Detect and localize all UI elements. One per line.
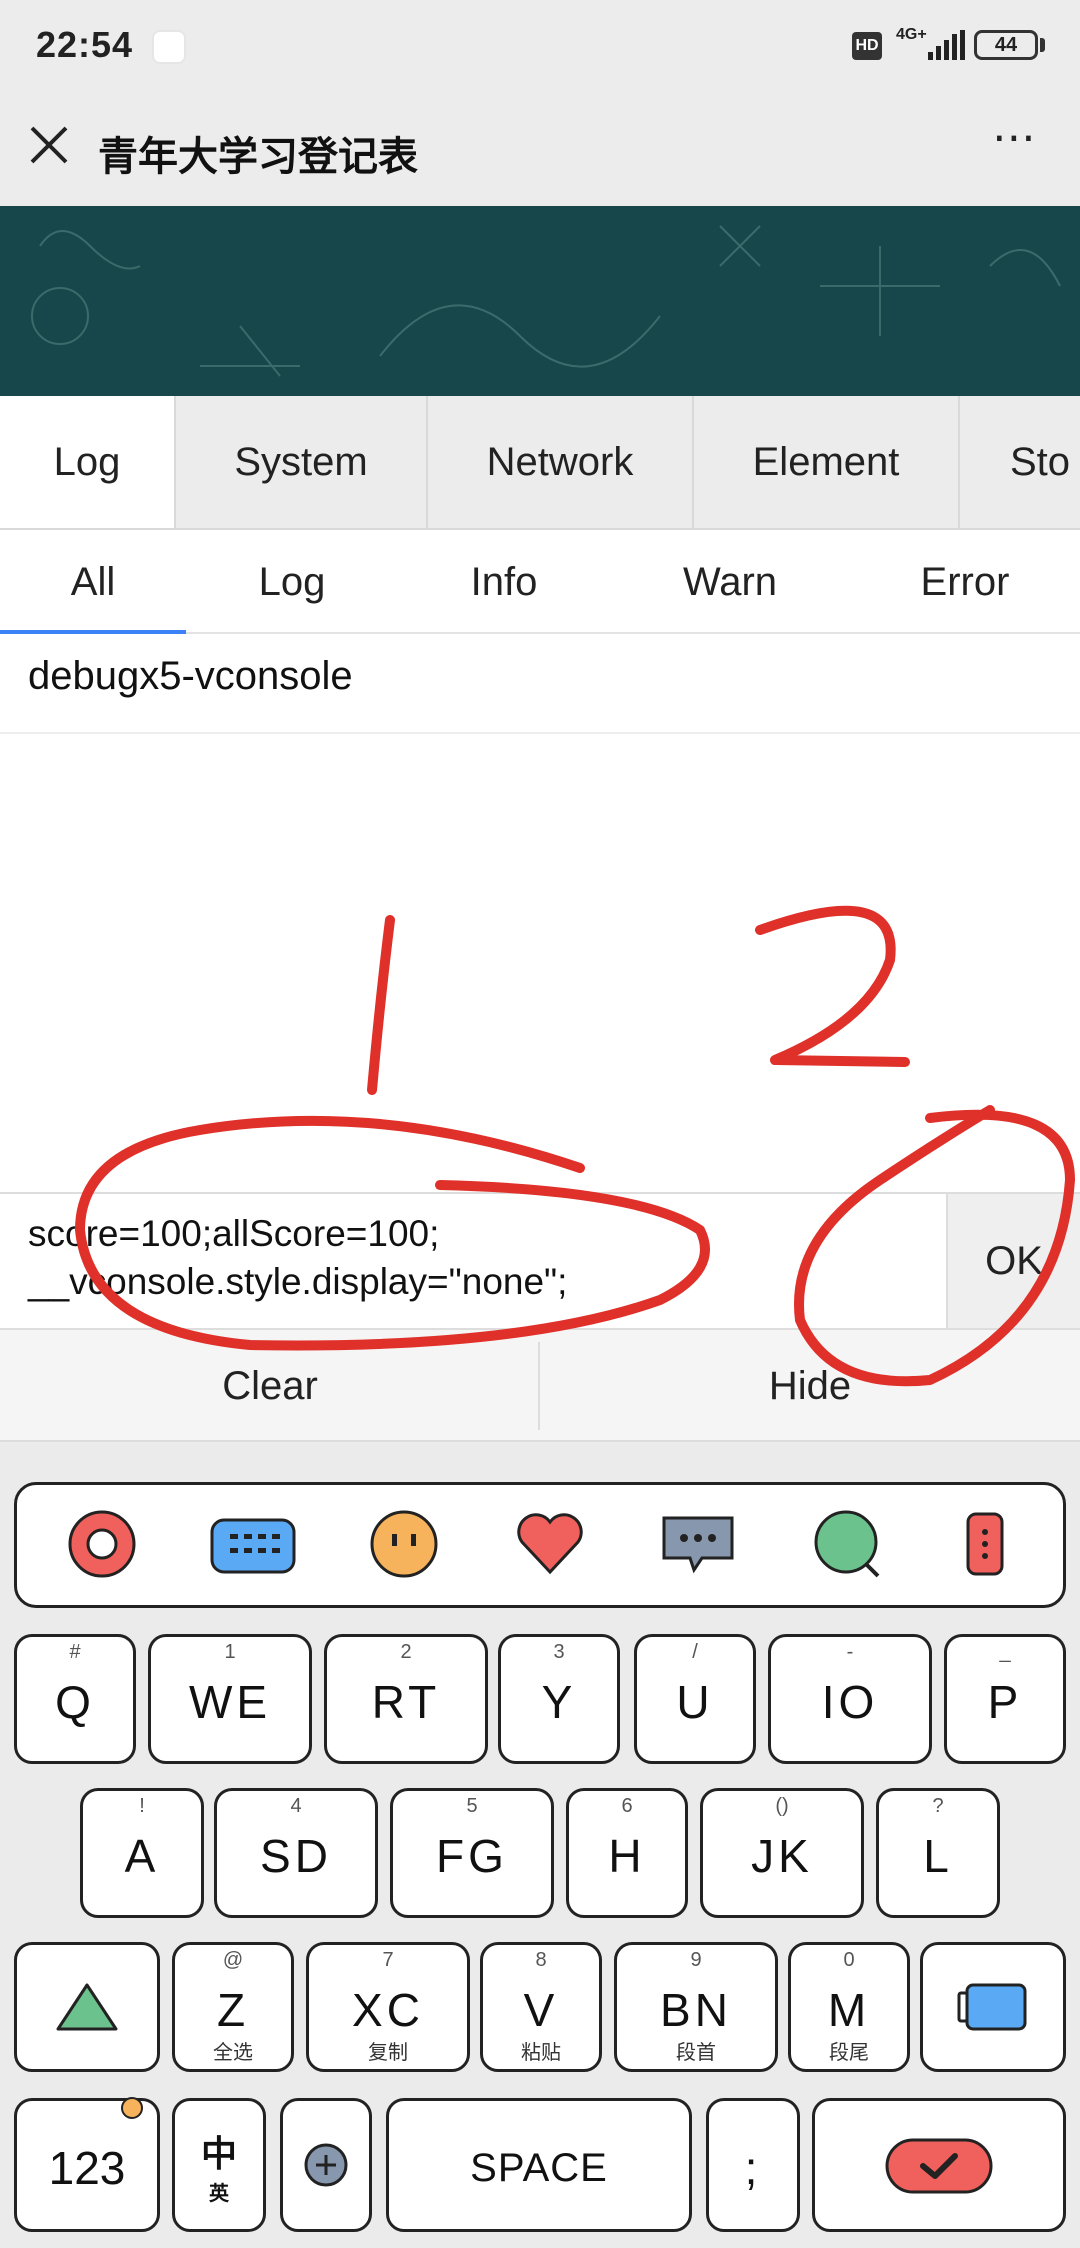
key-q[interactable]: # Q [14, 1634, 136, 1764]
page-banner-image [0, 206, 1080, 396]
key-bn[interactable]: 9 BN 段首 [614, 1942, 778, 2072]
key-u[interactable]: / U [634, 1634, 756, 1764]
badge-face-icon [121, 2097, 143, 2119]
clock: 22:54 [36, 24, 134, 65]
space-key[interactable]: SPACE [386, 2098, 692, 2232]
key-a[interactable]: ! A [80, 1788, 204, 1918]
keyboard-layout-icon[interactable] [208, 1506, 298, 1582]
shift-triangle-icon [56, 1983, 118, 2031]
subtab-info[interactable]: Info [398, 530, 610, 634]
key-z[interactable]: @ Z 全选 [172, 1942, 294, 2072]
key-rt[interactable]: 2 RT [324, 1634, 488, 1764]
subtab-error[interactable]: Error [850, 530, 1080, 634]
checkmark-icon [885, 2138, 993, 2194]
key-h[interactable]: 6H [566, 1788, 688, 1918]
app-notification-icon [152, 30, 186, 64]
plus-circle-icon [304, 2143, 348, 2187]
clear-button[interactable]: Clear [0, 1330, 540, 1442]
key-we[interactable]: 1 WE [148, 1634, 312, 1764]
settings-gear-icon[interactable] [64, 1506, 140, 1582]
more-options-icon[interactable] [962, 1506, 1008, 1582]
chat-bubble-icon[interactable] [658, 1506, 738, 1582]
numbers-key[interactable]: 123 [14, 2097, 160, 2232]
subtab-log[interactable]: Log [186, 530, 398, 634]
enter-key[interactable] [812, 2098, 1066, 2232]
backspace-icon [957, 1983, 1027, 2031]
key-xc[interactable]: 7 XC 复制 [306, 1942, 470, 2072]
tab-element[interactable]: Element [694, 396, 960, 528]
key-p[interactable]: _ P [944, 1634, 1066, 1764]
key-l[interactable]: ? L [876, 1788, 1000, 1918]
battery-icon: 44 [974, 30, 1038, 60]
tab-log[interactable]: Log [0, 396, 176, 528]
search-icon[interactable] [808, 1506, 888, 1582]
key-io[interactable]: - IO [768, 1634, 932, 1764]
key-v[interactable]: 8 V 粘贴 [480, 1942, 602, 2072]
backspace-key[interactable] [920, 1942, 1066, 2072]
command-input[interactable]: score=100;allScore=100; __vconsole.style.… [28, 1210, 928, 1320]
favorite-heart-icon[interactable] [512, 1506, 588, 1582]
add-key[interactable] [280, 2098, 372, 2232]
battery-tip [1040, 38, 1045, 52]
key-fg[interactable]: 5 FG [390, 1788, 554, 1918]
hd-icon: HD [852, 32, 882, 60]
more-menu-icon[interactable]: ⋯ [984, 116, 1044, 168]
network-type: 4G+ [896, 26, 927, 43]
shift-key[interactable] [14, 1942, 160, 2072]
page-title: 青年大学习登记表 [98, 135, 418, 179]
tab-network[interactable]: Network [428, 396, 694, 528]
ok-button[interactable]: OK [946, 1194, 1080, 1328]
key-jk[interactable]: () JK [700, 1788, 864, 1918]
log-line: debugx5-vconsole [0, 634, 1080, 734]
subtab-all[interactable]: All [0, 530, 186, 634]
subtab-warn[interactable]: Warn [610, 530, 850, 634]
language-switch-key[interactable]: 中英 [172, 2098, 266, 2232]
tab-system[interactable]: System [176, 396, 428, 528]
command-line-1: score=100;allScore=100; [28, 1213, 440, 1254]
key-m[interactable]: 0 M 段尾 [788, 1942, 910, 2072]
key-y[interactable]: 3Y [498, 1634, 620, 1764]
command-line-2: __vconsole.style.display="none"; [28, 1261, 568, 1302]
key-sd[interactable]: 4 SD [214, 1788, 378, 1918]
emoji-face-icon[interactable] [366, 1506, 442, 1582]
signal-icon [926, 30, 966, 62]
close-icon[interactable] [26, 122, 72, 168]
hide-button[interactable]: Hide [540, 1330, 1080, 1442]
tab-storage[interactable]: Sto [960, 396, 1080, 528]
punctuation-key[interactable]: ; [706, 2098, 800, 2232]
